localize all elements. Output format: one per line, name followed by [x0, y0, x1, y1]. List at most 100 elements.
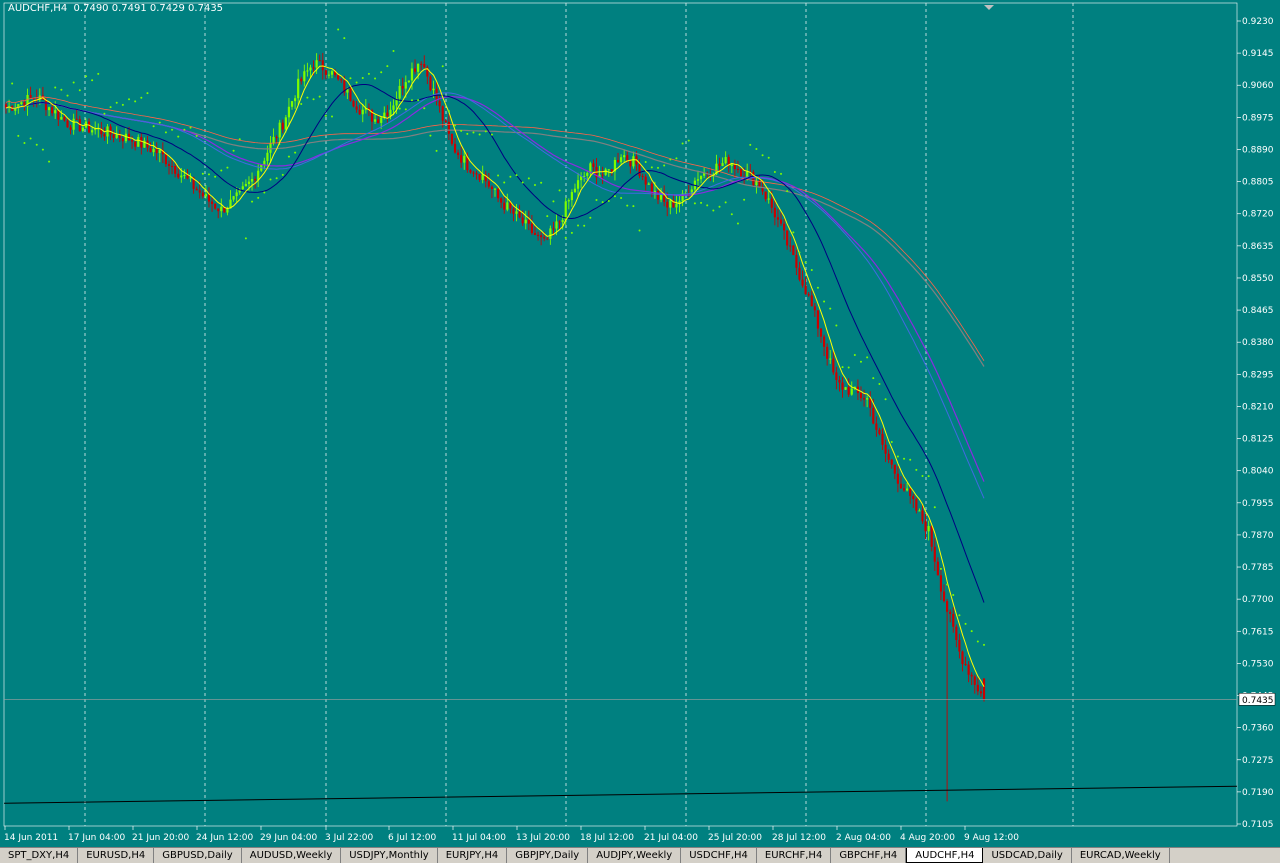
candle-body: [527, 219, 530, 224]
candle-body: [770, 198, 773, 208]
candle-body: [66, 120, 69, 128]
chart-tab[interactable]: GBPCHF,H4: [831, 848, 907, 863]
y-tick-label: 0.7700: [1242, 595, 1274, 605]
chart-tab[interactable]: USDJPY,Monthly: [341, 848, 438, 863]
chart-tab[interactable]: AUDJPY,Weekly: [588, 848, 682, 863]
psar-dot: [35, 143, 38, 146]
psar-dot: [521, 181, 524, 184]
psar-dot: [183, 128, 186, 131]
candle-body: [893, 464, 896, 474]
psar-dot: [583, 224, 586, 227]
psar-dot: [798, 251, 801, 254]
psar-dot: [294, 151, 297, 154]
candle-body: [641, 176, 644, 178]
candle-body: [284, 117, 287, 130]
candle-body: [862, 398, 866, 400]
candle-body: [979, 691, 983, 694]
psar-dot: [644, 160, 647, 163]
psar-dot: [773, 170, 776, 173]
psar-dot: [675, 157, 678, 160]
psar-dot: [890, 441, 893, 444]
candle-body: [177, 173, 180, 178]
x-tick-label: 29 Jun 04:00: [260, 833, 317, 843]
chart-tab[interactable]: EURCAD,Weekly: [1072, 848, 1170, 863]
candle-body: [573, 188, 577, 193]
psar-dot: [693, 202, 696, 205]
psar-dot: [343, 37, 346, 40]
psar-dot: [423, 107, 426, 110]
chart-tab[interactable]: AUDCHF,H4: [906, 848, 984, 863]
candle-body: [626, 155, 629, 161]
chart-tab[interactable]: USDCHF,H4: [681, 848, 757, 863]
chart-area[interactable]: 0.9230 0.9145 0.9060 0.8975 0.8890 0.8805 0.87…: [0, 0, 1280, 847]
psar-dot: [263, 191, 266, 194]
psar-dot: [718, 205, 721, 208]
x-tick-label: 4 Aug 20:00: [900, 833, 955, 843]
psar-dot: [128, 98, 131, 101]
psar-dot: [207, 173, 210, 176]
candle-body: [441, 106, 444, 121]
psar-dot: [509, 175, 512, 178]
candle-body: [460, 155, 463, 163]
candle-body: [952, 614, 955, 627]
candle-body: [730, 164, 733, 167]
chart-tab[interactable]: USDCAD,Daily: [983, 848, 1072, 863]
candle-body: [555, 221, 558, 229]
candle-body: [75, 118, 78, 120]
psar-dot: [152, 125, 155, 128]
psar-dot: [780, 172, 783, 175]
candle-body: [103, 134, 106, 137]
psar-dot: [312, 98, 315, 101]
y-tick-label: 0.9145: [1242, 49, 1274, 59]
psar-dot: [177, 135, 180, 138]
price-chart[interactable]: 0.9230 0.9145 0.9060 0.8975 0.8890 0.8805 0.87…: [0, 0, 1280, 847]
chart-tab[interactable]: AUDUSD,Weekly: [242, 848, 342, 863]
psar-dot: [903, 457, 906, 460]
candle-body: [592, 163, 595, 167]
candle-body: [72, 118, 75, 130]
chart-tab[interactable]: GBPJPY,Daily: [507, 848, 589, 863]
chart-tab[interactable]: GBPUSD,Daily: [154, 848, 242, 863]
psar-dot: [417, 99, 420, 102]
candle-body: [736, 169, 740, 171]
psar-dot: [60, 88, 63, 91]
candle-body: [798, 267, 801, 280]
y-tick-label: 0.8550: [1242, 274, 1274, 284]
psar-dot: [72, 81, 75, 84]
chart-tab[interactable]: SPT_DXY,H4: [0, 848, 79, 863]
candle-body: [912, 496, 915, 500]
chart-tab[interactable]: EURCHF,H4: [757, 848, 832, 863]
psar-dot: [712, 209, 715, 212]
psar-dot: [909, 458, 912, 461]
candle-body: [647, 183, 650, 185]
psar-dot: [454, 124, 457, 127]
candle-body: [241, 186, 244, 190]
candle-body: [724, 157, 727, 164]
psar-dot: [706, 204, 709, 207]
x-tick-label: 18 Jul 12:00: [580, 833, 634, 843]
psar-dot: [367, 72, 370, 75]
candle-body: [721, 163, 724, 166]
candle-body: [167, 164, 171, 166]
candle-body: [60, 116, 63, 120]
candle-body: [217, 208, 220, 212]
candle-body: [496, 188, 500, 199]
candle-body: [250, 178, 254, 182]
chart-tab[interactable]: EURUSD,H4: [78, 848, 155, 863]
psar-dot: [201, 172, 204, 175]
candle-body: [930, 526, 933, 547]
candle-body: [140, 137, 143, 148]
candle-body: [189, 177, 192, 179]
chart-tabbar: SPT_DXY,H4 EURUSD,H4 GBPUSD,Daily AUDUSD,We…: [0, 847, 1280, 863]
psar-dot: [626, 204, 629, 207]
psar-dot: [91, 79, 94, 82]
ma-slow-b-line: [5, 92, 985, 499]
candle-body: [51, 107, 54, 114]
chart-tab[interactable]: EURJPY,H4: [438, 848, 508, 863]
psar-dot: [41, 148, 44, 151]
psar-dot: [337, 28, 340, 31]
x-tick-label: 11 Jul 04:00: [452, 833, 506, 843]
candle-body: [115, 134, 118, 138]
candle-body: [921, 510, 924, 522]
candle-body: [890, 459, 893, 465]
